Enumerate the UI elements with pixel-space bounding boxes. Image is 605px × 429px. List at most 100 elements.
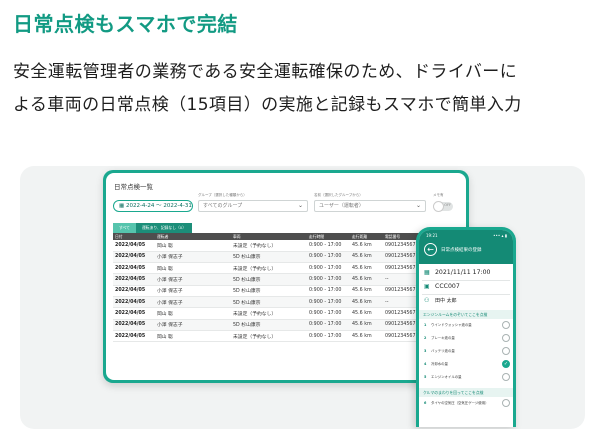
- name-select[interactable]: ユーザー（運転者） ⌄: [314, 200, 426, 212]
- column-header-date[interactable]: 日付: [113, 233, 155, 240]
- lead-line-2: よる車両の日常点検（15項目）の実施と記録もスマホで簡単入力: [13, 95, 522, 115]
- check-item[interactable]: 4 冷却水の量 ✓: [424, 360, 510, 369]
- column-header-vehicle[interactable]: 車両: [231, 233, 307, 240]
- date-range-value: 2022-4-24 〜 2022-4-31: [125, 203, 192, 209]
- cell-driver: 小澤 保志子: [155, 273, 231, 286]
- name-select-placeholder: ユーザー（運転者）: [319, 203, 364, 209]
- table-row[interactable]: 2022/04/05 岡山 聡 未設定（予約なし） 0:900 - 17:00 …: [113, 330, 465, 343]
- cell-date: 2022/04/05: [113, 319, 155, 331]
- cell-vehicle: 5D 杉山康宗: [231, 251, 307, 264]
- cell-distance: 45.6 km: [350, 251, 383, 264]
- check-item-label: ウインドウォッシャ液の量: [431, 323, 472, 327]
- filter-tabs: すべて 運転あり、記録なし（0）: [113, 223, 193, 233]
- check-item-label: タイヤの空気圧（空気圧ゲージ使用）: [431, 401, 489, 405]
- table-row[interactable]: 2022/04/05 小澤 保志子 5D 杉山康宗 0:900 - 17:00 …: [113, 273, 465, 286]
- cell-date: 2022/04/05: [113, 285, 155, 297]
- section-around-car: クルマのまわりを回ってここを点検: [419, 388, 513, 397]
- table-row[interactable]: 2022/04/05 小澤 保志子 5D 杉山康宗 0:900 - 17:00 …: [113, 251, 465, 264]
- cell-drive-time: 0:900 - 17:00: [307, 251, 350, 264]
- check-item-label: バッテリ液の量: [431, 349, 455, 353]
- cell-distance: 45.6 km: [350, 330, 383, 343]
- back-arrow-icon[interactable]: ←: [424, 243, 437, 256]
- cell-vehicle: 未設定（予約なし）: [231, 262, 307, 275]
- cell-driver: 岡山 聡: [155, 330, 231, 343]
- phone-header: 19:21 ••• ▴ ▮ ← 日常点検結果の登録: [419, 230, 513, 264]
- cell-distance: 45.6 km: [350, 240, 383, 252]
- phone-device: 19:21 ••• ▴ ▮ ← 日常点検結果の登録 ▦ 2021/11/11 17…: [416, 227, 516, 427]
- memo-filter-label: メモ有: [433, 193, 444, 197]
- cell-drive-time: 0:900 - 17:00: [307, 330, 350, 343]
- check-item[interactable]: 6 タイヤの空気圧（空気圧ゲージ使用）: [424, 399, 510, 408]
- cell-vehicle: 5D 杉山康宗: [231, 319, 307, 331]
- check-circle-icon[interactable]: [502, 399, 510, 407]
- lead-text: 安全運転管理者の業務である安全運転確保のため、ドライバーに よる車両の日常点検（…: [13, 56, 598, 122]
- cell-distance: 45.6 km: [350, 307, 383, 320]
- table-row[interactable]: 2022/04/05 小澤 保志子 5D 杉山康宗 0:900 - 17:00 …: [113, 296, 465, 309]
- table-header-row: 日付 運転者 車両 走行時間 走行距離 電話番号: [113, 233, 465, 240]
- cell-vehicle: 5D 杉山康宗: [231, 296, 307, 309]
- inspection-car-value: CCC007: [435, 283, 460, 290]
- cell-driver: 小澤 保志子: [155, 251, 231, 264]
- check-item-number: 3: [424, 349, 427, 353]
- column-header-distance[interactable]: 走行距離: [350, 233, 383, 240]
- check-circle-icon[interactable]: [502, 347, 510, 355]
- cell-driver: 岡山 聡: [155, 240, 231, 252]
- check-item[interactable]: 3 バッテリ液の量: [424, 347, 510, 356]
- cell-vehicle: 5D 杉山康宗: [231, 273, 307, 286]
- cell-date: 2022/04/05: [113, 273, 155, 286]
- tab-all[interactable]: すべて: [113, 223, 136, 233]
- cell-distance: 45.6 km: [350, 262, 383, 275]
- cell-driver: 岡山 聡: [155, 262, 231, 275]
- group-filter-label: グループ（選択した種類から）: [198, 193, 247, 197]
- headline: 日常点検もスマホで完結: [13, 12, 238, 36]
- check-circle-icon[interactable]: [502, 373, 510, 381]
- status-icons: ••• ▴ ▮: [493, 233, 507, 238]
- cell-driver: 小澤 保志子: [155, 296, 231, 309]
- cell-date: 2022/04/05: [113, 296, 155, 309]
- table-row[interactable]: 2022/04/05 小澤 保志子 5D 杉山康宗 0:900 - 17:00 …: [113, 285, 465, 297]
- page-title: 日常点検一覧: [114, 183, 153, 191]
- tab-driven-no-record[interactable]: 運転あり、記録なし（0）: [135, 223, 193, 233]
- cell-vehicle: 未設定（予約なし）: [231, 330, 307, 343]
- phone-screen-title: 日常点検結果の登録: [441, 248, 482, 253]
- check-item-number: 4: [424, 362, 427, 366]
- check-item-label: 冷却水の量: [431, 362, 448, 366]
- table-row[interactable]: 2022/04/05 岡山 聡 未設定（予約なし） 0:900 - 17:00 …: [113, 262, 465, 275]
- table-row[interactable]: 2022/04/05 岡山 聡 未設定（予約なし） 0:900 - 17:00 …: [113, 307, 465, 320]
- column-header-driver[interactable]: 運転者: [155, 233, 231, 240]
- car-icon: ▣: [424, 283, 430, 290]
- cell-distance: 45.6 km: [350, 319, 383, 331]
- table-row[interactable]: 2022/04/05 岡山 聡 未設定（予約なし） 0:900 - 17:00 …: [113, 240, 465, 252]
- cell-drive-time: 0:900 - 17:00: [307, 262, 350, 275]
- cell-vehicle: 5D 杉山康宗: [231, 285, 307, 297]
- check-item-number: 5: [424, 375, 427, 379]
- toggle-knob: [433, 201, 444, 212]
- cell-date: 2022/04/05: [113, 240, 155, 252]
- cell-date: 2022/04/05: [113, 262, 155, 275]
- toggle-state-label: OFF: [444, 203, 451, 207]
- check-circle-icon[interactable]: [502, 334, 510, 342]
- name-filter-label: 名前（選択したグループから）: [314, 193, 363, 197]
- check-item[interactable]: 2 ブレーキ液の量: [424, 334, 510, 343]
- inspection-table: 日付 運転者 車両 走行時間 走行距離 電話番号 2022/04/05 岡山 聡…: [113, 233, 465, 343]
- cell-drive-time: 0:900 - 17:00: [307, 240, 350, 252]
- inspection-car: ▣ CCC007: [424, 281, 510, 293]
- cell-drive-time: 0:900 - 17:00: [307, 319, 350, 331]
- cell-vehicle: 未設定（予約なし）: [231, 240, 307, 252]
- checkmark-icon[interactable]: ✓: [502, 360, 510, 368]
- cell-driver: 岡山 聡: [155, 307, 231, 320]
- check-item-number: 2: [424, 336, 427, 340]
- check-item[interactable]: 1 ウインドウォッシャ液の量: [424, 321, 510, 330]
- group-select[interactable]: すべてのグループ ⌄: [198, 200, 308, 212]
- table-row[interactable]: 2022/04/05 小澤 保志子 5D 杉山康宗 0:900 - 17:00 …: [113, 319, 465, 331]
- check-item[interactable]: 5 エンジンオイルの量: [424, 373, 510, 382]
- date-range-picker[interactable]: ▦ 2022-4-24 〜 2022-4-31: [113, 200, 193, 212]
- check-item-label: エンジンオイルの量: [431, 375, 462, 379]
- column-header-drive-time[interactable]: 走行時間: [307, 233, 350, 240]
- check-circle-icon[interactable]: [502, 321, 510, 329]
- check-item-number: 6: [424, 401, 427, 405]
- cell-drive-time: 0:900 - 17:00: [307, 296, 350, 309]
- memo-toggle[interactable]: OFF: [433, 201, 453, 212]
- cell-distance: 45.6 km: [350, 285, 383, 297]
- section-engine-room: エンジンルームをのぞいてここを点検: [419, 310, 513, 319]
